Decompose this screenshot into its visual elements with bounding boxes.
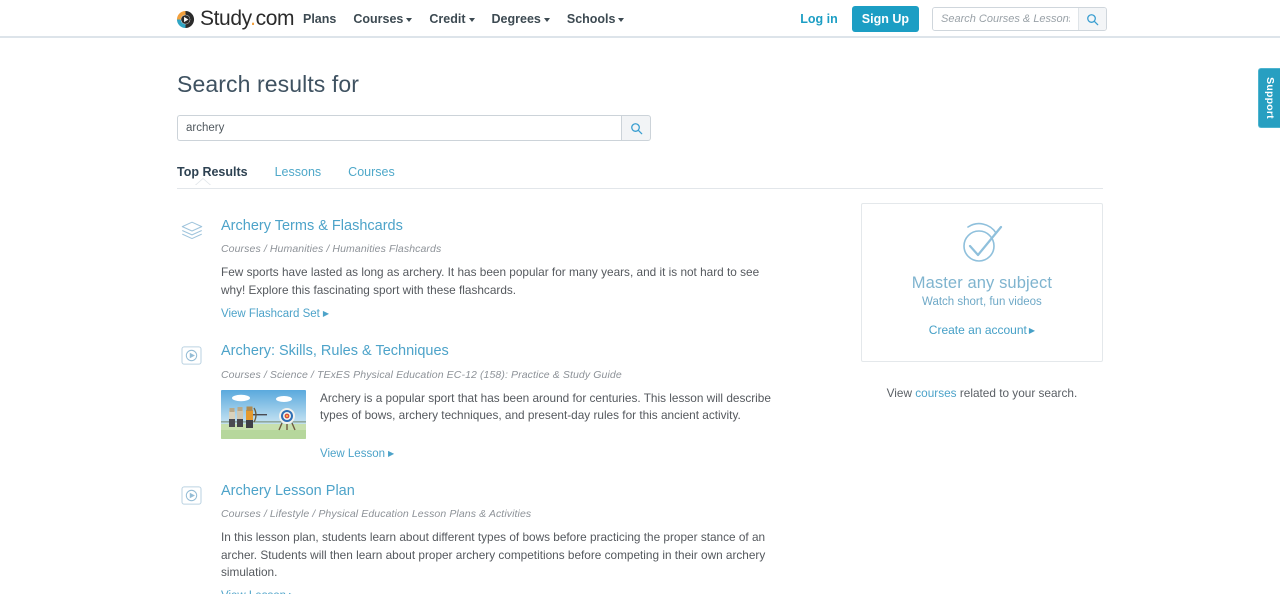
result-description: Archery is a popular sport that has been…: [320, 390, 771, 423]
logo-wordmark: Study.com: [200, 7, 295, 30]
search-icon: [630, 122, 642, 134]
promo-card: Master any subject Watch short, fun vide…: [860, 203, 1103, 362]
nav-item-credit[interactable]: Credit: [429, 12, 475, 26]
support-tab-label: Support: [1263, 77, 1276, 119]
page-title: Search results for: [177, 71, 360, 97]
result-title-link[interactable]: Archery Lesson Plan: [221, 483, 355, 500]
result-action-link[interactable]: View Lesson▶: [320, 448, 394, 460]
results-search-bar: [177, 115, 651, 141]
result-action-link[interactable]: View Flashcard Set ▶: [221, 308, 329, 320]
tab-top-results[interactable]: Top Results: [177, 165, 248, 186]
nav-label: Credit: [429, 12, 466, 26]
promo-subtitle: Watch short, fun videos: [922, 296, 1042, 308]
result-body: Archery: Skills, Rules & Techniques Cour…: [221, 342, 773, 461]
result-title-link[interactable]: Archery Terms & Flashcards: [221, 218, 403, 235]
login-link[interactable]: Log in: [800, 12, 838, 26]
flashcard-stack-icon: [181, 221, 203, 240]
nav-item-schools[interactable]: Schools: [567, 12, 625, 26]
arrow-right-icon: ▶: [322, 309, 330, 319]
video-lesson-icon: [181, 346, 202, 365]
tab-label: Courses: [348, 165, 395, 179]
search-input[interactable]: [177, 115, 621, 141]
result-description-row: Archery is a popular sport that has been…: [221, 389, 773, 439]
chevron-down-icon: [406, 18, 413, 22]
arrow-right-icon: ▶: [388, 448, 395, 458]
note-prefix: View: [886, 386, 916, 400]
tab-label: Top Results: [177, 165, 248, 179]
nav-item-degrees[interactable]: Degrees: [492, 12, 550, 26]
related-courses-note: View courses related to your search.: [861, 386, 1103, 400]
chevron-down-icon: [468, 18, 475, 22]
promo-title: Master any subject: [911, 274, 1053, 292]
nav-label: Schools: [566, 12, 616, 26]
signup-button[interactable]: Sign Up: [851, 6, 919, 32]
result-description: In this lesson plan, students learn abou…: [221, 530, 766, 579]
main-navigation: Plans Courses Credit Degrees Schools: [303, 0, 625, 38]
result-icon-wrap: [177, 217, 221, 322]
result-body: Archery Terms & Flashcards Courses / Hum…: [221, 217, 773, 322]
results-tabs: Top Results Lessons Courses: [177, 165, 1103, 189]
results-and-sidebar: Archery Terms & Flashcards Courses / Hum…: [177, 189, 1103, 594]
search-result-item: Archery Terms & Flashcards Courses / Hum…: [177, 203, 773, 328]
search-results-list: Archery Terms & Flashcards Courses / Hum…: [177, 189, 773, 594]
header-search-input[interactable]: [933, 8, 1078, 30]
header-actions: Log in Sign Up: [800, 0, 1107, 38]
result-breadcrumb: Courses / Humanities / Humanities Flashc…: [221, 243, 442, 256]
tab-courses[interactable]: Courses: [348, 165, 395, 179]
nav-label: Degrees: [491, 12, 541, 26]
chevron-down-icon: [543, 18, 550, 22]
header-search: [932, 7, 1107, 31]
note-suffix: related to your search.: [956, 386, 1078, 400]
result-description-row: In this lesson plan, students learn abou…: [221, 529, 773, 581]
search-result-item: Archery: Skills, Rules & Techniques Cour…: [177, 328, 773, 467]
courses-link[interactable]: courses: [915, 386, 956, 400]
result-action-label: View Lesson: [221, 590, 286, 594]
check-circle-icon: [963, 222, 1003, 262]
nav-label: Courses: [353, 12, 404, 26]
header-search-button[interactable]: [1078, 8, 1106, 30]
page-body: Search results for Top Results Lessons C…: [0, 38, 1280, 594]
play-circle-logo-icon: [176, 10, 195, 28]
create-account-label: Create an account: [928, 323, 1027, 337]
archery-lesson-thumbnail[interactable]: [221, 389, 306, 439]
tab-lessons[interactable]: Lessons: [275, 165, 322, 179]
arrow-right-icon: ▶: [1028, 326, 1036, 335]
video-lesson-icon: [181, 486, 202, 505]
result-action-label: View Lesson: [320, 447, 385, 460]
search-result-item: Archery Lesson Plan Courses / Lifestyle …: [177, 468, 773, 594]
site-logo[interactable]: Study.com: [176, 7, 294, 31]
nav-item-plans[interactable]: Plans: [303, 12, 336, 26]
result-description-row: Few sports have lasted as long as archer…: [221, 264, 773, 299]
nav-label: Plans: [303, 12, 337, 26]
search-submit-button[interactable]: [621, 115, 651, 141]
result-body: Archery Lesson Plan Courses / Lifestyle …: [221, 482, 773, 594]
result-action-link[interactable]: View Lesson▶: [221, 590, 295, 594]
result-breadcrumb: Courses / Lifestyle / Physical Education…: [221, 508, 532, 521]
result-breadcrumb: Courses / Science / TExES Physical Educa…: [221, 368, 622, 381]
active-tab-caret-icon: [195, 179, 211, 186]
nav-item-courses[interactable]: Courses: [353, 12, 413, 26]
result-icon-wrap: [177, 342, 221, 461]
chevron-down-icon: [618, 18, 625, 22]
create-account-link[interactable]: Create an account ▶: [929, 323, 1035, 337]
sidebar: Master any subject Watch short, fun vide…: [860, 189, 1103, 594]
search-icon: [1087, 13, 1099, 25]
result-title-link[interactable]: Archery: Skills, Rules & Techniques: [221, 343, 449, 360]
tab-label: Lessons: [274, 165, 322, 179]
site-header: Study.com Plans Courses Credit Degrees S…: [0, 0, 1280, 38]
support-tab[interactable]: Support: [1258, 68, 1280, 128]
result-description: Few sports have lasted as long as archer…: [221, 265, 760, 297]
result-action-label: View Flashcard Set: [221, 308, 320, 321]
result-icon-wrap: [177, 482, 221, 594]
